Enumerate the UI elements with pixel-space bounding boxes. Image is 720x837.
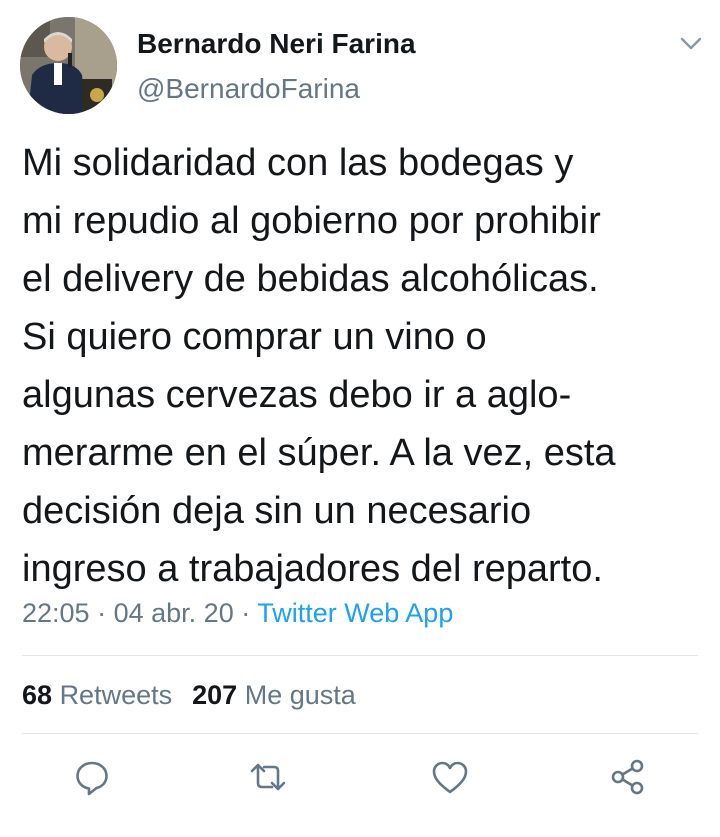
retweets-stat[interactable]: 68 Retweets	[22, 680, 172, 710]
retweets-count: 68	[22, 680, 53, 710]
tweet-header: Bernardo Neri Farina @BernardoFarina	[20, 17, 710, 117]
tweet-meta: 22:05 · 04 abr. 20 · Twitter Web App	[22, 595, 453, 631]
reply-icon[interactable]	[70, 755, 114, 799]
profile-photo	[20, 17, 117, 114]
tweet-text-line: merarme en el súper. A la vez, esta	[22, 432, 616, 474]
tweet-card: Bernardo Neri Farina @BernardoFarina Mi …	[0, 0, 720, 837]
tweet-text-line: ingreso a trabajadores del reparto.	[22, 548, 603, 590]
tweet-text-line: el delivery de bebidas alcohólicas.	[22, 258, 599, 300]
meta-separator: ·	[97, 598, 107, 628]
author-names: Bernardo Neri Farina @BernardoFarina	[137, 26, 416, 107]
avatar[interactable]	[20, 17, 117, 114]
retweet-icon[interactable]	[246, 755, 290, 799]
likes-stat[interactable]: 207 Me gusta	[192, 680, 356, 710]
share-icon[interactable]	[606, 755, 650, 799]
meta-separator: ·	[241, 598, 251, 628]
tweet-text-line: mi repudio al gobierno por prohibir	[22, 200, 601, 242]
tweet-stats: 68 Retweets 207 Me gusta	[22, 677, 356, 713]
tweet-text-line: Si quiero comprar un vino o	[22, 316, 487, 358]
tweet-source-link[interactable]: Twitter Web App	[257, 598, 453, 628]
tweet-text-line: Mi solidaridad con las bodegas y	[22, 142, 574, 184]
tweet-date[interactable]: 04 abr. 20	[114, 598, 234, 628]
divider	[22, 655, 698, 656]
retweets-label: Retweets	[59, 680, 173, 710]
like-icon[interactable]	[428, 755, 472, 799]
tweet-text-line: algunas cervezas debo ir a aglo-	[22, 374, 572, 416]
likes-count: 207	[192, 680, 238, 710]
tweet-text-line: decisión deja sin un necesario	[22, 490, 532, 532]
action-bar	[0, 755, 720, 799]
chevron-down-icon[interactable]	[680, 37, 702, 51]
user-handle[interactable]: @BernardoFarina	[137, 71, 416, 107]
display-name[interactable]: Bernardo Neri Farina	[137, 26, 416, 62]
tweet-time[interactable]: 22:05	[22, 598, 90, 628]
likes-label: Me gusta	[244, 680, 356, 710]
divider	[22, 733, 698, 734]
